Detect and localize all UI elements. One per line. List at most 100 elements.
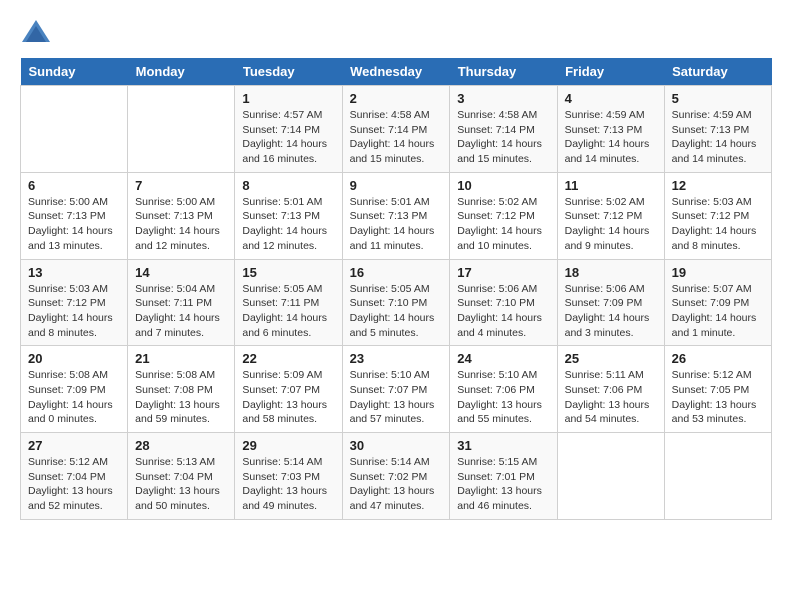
day-number: 7 — [135, 178, 227, 193]
calendar-cell: 29 Sunrise: 5:14 AM Sunset: 7:03 PM Dayli… — [235, 433, 342, 520]
calendar-header: SundayMondayTuesdayWednesdayThursdayFrid… — [21, 58, 772, 86]
day-info: Sunrise: 4:59 AM Sunset: 7:13 PM Dayligh… — [672, 108, 764, 167]
day-number: 23 — [350, 351, 443, 366]
day-info: Sunrise: 5:14 AM Sunset: 7:02 PM Dayligh… — [350, 455, 443, 514]
calendar-cell: 21Sunrise: 5:08 AM Sunset: 7:08 PM Dayli… — [128, 346, 235, 433]
day-number: 25 — [565, 351, 657, 366]
day-number: 17 — [457, 265, 549, 280]
calendar-cell: 24 Sunrise: 5:10 AM Sunset: 7:06 PM Dayli… — [450, 346, 557, 433]
day-number: 28 — [135, 438, 227, 453]
calendar-cell: 10 Sunrise: 5:02 AM Sunset: 7:12 PM Dayli… — [450, 172, 557, 259]
day-info: Sunrise: 5:04 AM Sunset: 7:11 PM Dayligh… — [135, 282, 227, 341]
day-info: Sunrise: 4:58 AM Sunset: 7:14 PM Dayligh… — [350, 108, 443, 167]
header-row: SundayMondayTuesdayWednesdayThursdayFrid… — [21, 58, 772, 86]
column-header-monday: Monday — [128, 58, 235, 86]
day-number: 30 — [350, 438, 443, 453]
day-number: 11 — [565, 178, 657, 193]
calendar-cell: 5 Sunrise: 4:59 AM Sunset: 7:13 PM Daylig… — [664, 86, 771, 173]
day-number: 19 — [672, 265, 764, 280]
day-info: Sunrise: 5:10 AM Sunset: 7:06 PM Dayligh… — [457, 368, 549, 427]
calendar-cell: 9Sunrise: 5:01 AM Sunset: 7:13 PM Daylig… — [342, 172, 450, 259]
day-info: Sunrise: 5:01 AM Sunset: 7:13 PM Dayligh… — [242, 195, 334, 254]
column-header-saturday: Saturday — [664, 58, 771, 86]
logo-icon — [22, 20, 50, 42]
day-number: 14 — [135, 265, 227, 280]
calendar-cell: 16 Sunrise: 5:05 AM Sunset: 7:10 PM Dayli… — [342, 259, 450, 346]
day-number: 27 — [28, 438, 120, 453]
day-number: 15 — [242, 265, 334, 280]
calendar-cell: 28 Sunrise: 5:13 AM Sunset: 7:04 PM Dayli… — [128, 433, 235, 520]
calendar-cell — [557, 433, 664, 520]
day-number: 31 — [457, 438, 549, 453]
calendar-cell: 19 Sunrise: 5:07 AM Sunset: 7:09 PM Dayli… — [664, 259, 771, 346]
calendar-cell: 2Sunrise: 4:58 AM Sunset: 7:14 PM Daylig… — [342, 86, 450, 173]
calendar-week-4: 20 Sunrise: 5:08 AM Sunset: 7:09 PM Dayli… — [21, 346, 772, 433]
day-number: 29 — [242, 438, 334, 453]
day-info: Sunrise: 5:06 AM Sunset: 7:10 PM Dayligh… — [457, 282, 549, 341]
calendar-table: SundayMondayTuesdayWednesdayThursdayFrid… — [20, 58, 772, 520]
day-info: Sunrise: 5:03 AM Sunset: 7:12 PM Dayligh… — [672, 195, 764, 254]
day-info: Sunrise: 5:14 AM Sunset: 7:03 PM Dayligh… — [242, 455, 334, 514]
calendar-cell — [21, 86, 128, 173]
calendar-cell: 8Sunrise: 5:01 AM Sunset: 7:13 PM Daylig… — [235, 172, 342, 259]
calendar-cell: 25 Sunrise: 5:11 AM Sunset: 7:06 PM Dayli… — [557, 346, 664, 433]
day-number: 13 — [28, 265, 120, 280]
calendar-cell — [128, 86, 235, 173]
day-number: 1 — [242, 91, 334, 106]
day-info: Sunrise: 5:11 AM Sunset: 7:06 PM Dayligh… — [565, 368, 657, 427]
column-header-friday: Friday — [557, 58, 664, 86]
day-info: Sunrise: 5:02 AM Sunset: 7:12 PM Dayligh… — [565, 195, 657, 254]
day-info: Sunrise: 5:12 AM Sunset: 7:04 PM Dayligh… — [28, 455, 120, 514]
column-header-tuesday: Tuesday — [235, 58, 342, 86]
day-number: 24 — [457, 351, 549, 366]
day-info: Sunrise: 5:08 AM Sunset: 7:09 PM Dayligh… — [28, 368, 120, 427]
calendar-cell: 26 Sunrise: 5:12 AM Sunset: 7:05 PM Dayli… — [664, 346, 771, 433]
calendar-cell: 22 Sunrise: 5:09 AM Sunset: 7:07 PM Dayli… — [235, 346, 342, 433]
day-number: 10 — [457, 178, 549, 193]
day-number: 22 — [242, 351, 334, 366]
day-info: Sunrise: 5:00 AM Sunset: 7:13 PM Dayligh… — [28, 195, 120, 254]
calendar-cell: 4Sunrise: 4:59 AM Sunset: 7:13 PM Daylig… — [557, 86, 664, 173]
calendar-cell: 27 Sunrise: 5:12 AM Sunset: 7:04 PM Dayli… — [21, 433, 128, 520]
day-number: 4 — [565, 91, 657, 106]
calendar-week-2: 6Sunrise: 5:00 AM Sunset: 7:13 PM Daylig… — [21, 172, 772, 259]
day-info: Sunrise: 4:57 AM Sunset: 7:14 PM Dayligh… — [242, 108, 334, 167]
column-header-wednesday: Wednesday — [342, 58, 450, 86]
calendar-cell: 18 Sunrise: 5:06 AM Sunset: 7:09 PM Dayli… — [557, 259, 664, 346]
calendar-cell: 12 Sunrise: 5:03 AM Sunset: 7:12 PM Dayli… — [664, 172, 771, 259]
calendar-cell: 31 Sunrise: 5:15 AM Sunset: 7:01 PM Dayli… — [450, 433, 557, 520]
calendar-cell — [664, 433, 771, 520]
calendar-cell: 30 Sunrise: 5:14 AM Sunset: 7:02 PM Dayli… — [342, 433, 450, 520]
day-number: 26 — [672, 351, 764, 366]
day-number: 9 — [350, 178, 443, 193]
calendar-body: 1 Sunrise: 4:57 AM Sunset: 7:14 PM Daylig… — [21, 86, 772, 520]
day-number: 21 — [135, 351, 227, 366]
calendar-cell: 14 Sunrise: 5:04 AM Sunset: 7:11 PM Dayli… — [128, 259, 235, 346]
day-number: 16 — [350, 265, 443, 280]
day-number: 20 — [28, 351, 120, 366]
day-info: Sunrise: 5:13 AM Sunset: 7:04 PM Dayligh… — [135, 455, 227, 514]
calendar-week-5: 27 Sunrise: 5:12 AM Sunset: 7:04 PM Dayli… — [21, 433, 772, 520]
day-info: Sunrise: 5:00 AM Sunset: 7:13 PM Dayligh… — [135, 195, 227, 254]
day-number: 18 — [565, 265, 657, 280]
calendar-cell: 15 Sunrise: 5:05 AM Sunset: 7:11 PM Dayli… — [235, 259, 342, 346]
day-number: 3 — [457, 91, 549, 106]
column-header-thursday: Thursday — [450, 58, 557, 86]
day-info: Sunrise: 5:06 AM Sunset: 7:09 PM Dayligh… — [565, 282, 657, 341]
calendar-cell: 3Sunrise: 4:58 AM Sunset: 7:14 PM Daylig… — [450, 86, 557, 173]
day-info: Sunrise: 5:15 AM Sunset: 7:01 PM Dayligh… — [457, 455, 549, 514]
day-number: 5 — [672, 91, 764, 106]
calendar-cell: 13Sunrise: 5:03 AM Sunset: 7:12 PM Dayli… — [21, 259, 128, 346]
calendar-cell: 20 Sunrise: 5:08 AM Sunset: 7:09 PM Dayli… — [21, 346, 128, 433]
day-info: Sunrise: 5:05 AM Sunset: 7:10 PM Dayligh… — [350, 282, 443, 341]
day-info: Sunrise: 5:10 AM Sunset: 7:07 PM Dayligh… — [350, 368, 443, 427]
day-info: Sunrise: 5:09 AM Sunset: 7:07 PM Dayligh… — [242, 368, 334, 427]
day-info: Sunrise: 5:02 AM Sunset: 7:12 PM Dayligh… — [457, 195, 549, 254]
page-header — [20, 20, 772, 42]
day-number: 12 — [672, 178, 764, 193]
day-info: Sunrise: 5:07 AM Sunset: 7:09 PM Dayligh… — [672, 282, 764, 341]
day-info: Sunrise: 5:05 AM Sunset: 7:11 PM Dayligh… — [242, 282, 334, 341]
day-info: Sunrise: 5:12 AM Sunset: 7:05 PM Dayligh… — [672, 368, 764, 427]
calendar-cell: 23 Sunrise: 5:10 AM Sunset: 7:07 PM Dayli… — [342, 346, 450, 433]
logo — [20, 20, 52, 42]
